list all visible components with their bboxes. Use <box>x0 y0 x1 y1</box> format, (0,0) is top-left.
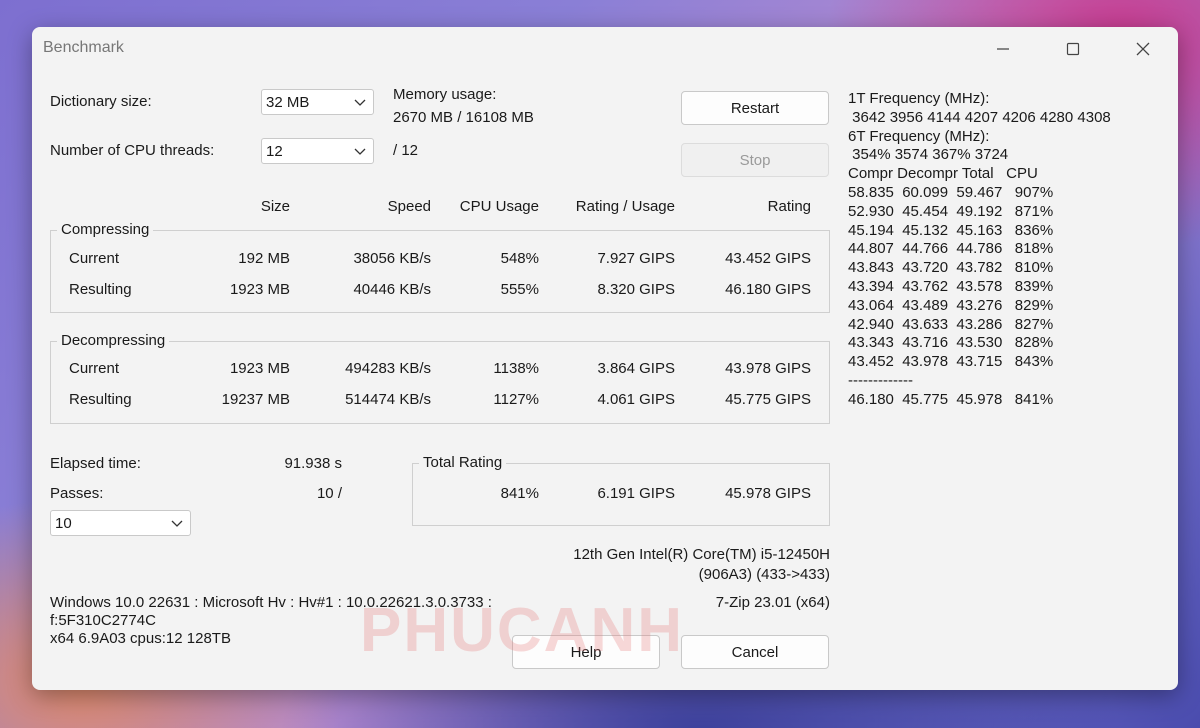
col-cpu-usage: CPU Usage <box>459 198 539 215</box>
benchmark-window: Benchmark Dictionary size: 32 MB Number … <box>32 27 1178 690</box>
log-line: 43.843 43.720 43.782 810% <box>848 259 1054 277</box>
log-line: 354% 3574 367% 3724 <box>848 146 1009 164</box>
log-line: 44.807 44.766 44.786 818% <box>848 240 1054 258</box>
cpu-threads-max: / 12 <box>393 142 419 159</box>
decompress-current-size: 1923 MB <box>229 360 290 377</box>
dictionary-size-value: 32 MB <box>266 93 310 111</box>
cancel-button[interactable]: Cancel <box>681 635 829 669</box>
cpu-threads-select[interactable]: 12 <box>261 138 374 164</box>
compress-resulting-rating: 46.180 GIPS <box>725 281 811 298</box>
elapsed-time-label: Elapsed time: <box>50 455 141 472</box>
memory-usage-value: 2670 MB / 16108 MB <box>393 109 534 126</box>
compress-resulting-cpu: 555% <box>500 281 539 298</box>
compress-current-size: 192 MB <box>238 250 290 267</box>
maximize-icon <box>1066 42 1080 56</box>
col-rating: Rating <box>767 198 811 215</box>
stop-button[interactable]: Stop <box>681 143 829 177</box>
compress-current-cpu: 548% <box>500 250 539 267</box>
log-line: ------------- <box>848 371 913 389</box>
memory-usage-label: Memory usage: <box>393 86 497 103</box>
total-rpu: 6.191 GIPS <box>597 485 675 502</box>
log-line: 3642 3956 4144 4207 4206 4280 4308 <box>848 108 1111 126</box>
sysinfo-line-3: x64 6.9A03 cpus:12 128TB <box>50 630 231 647</box>
compressing-label: Compressing <box>57 221 154 238</box>
log-line: 43.343 43.716 43.530 828% <box>848 334 1054 352</box>
log-line: 43.064 43.489 43.276 829% <box>848 296 1054 314</box>
decompressing-group <box>50 341 830 424</box>
decompress-current-cpu: 1138% <box>493 360 539 377</box>
col-speed: Speed <box>387 198 431 215</box>
log-line: 45.194 45.132 45.163 836% <box>848 221 1054 239</box>
cpu-threads-value: 12 <box>266 142 283 160</box>
decompress-resulting-speed: 514474 KB/s <box>345 391 431 408</box>
window-title: Benchmark <box>43 39 124 56</box>
close-icon <box>1136 42 1150 56</box>
benchmark-log: 1T Frequency (MHz): 3642 3956 4144 4207 … <box>848 90 1168 410</box>
compress-resulting-rpu: 8.320 GIPS <box>597 281 675 298</box>
total-cpu: 841% <box>500 485 539 502</box>
log-line: 42.940 43.633 43.286 827% <box>848 315 1054 333</box>
decompress-resulting-label: Resulting <box>69 391 132 408</box>
compress-current-speed: 38056 KB/s <box>353 250 431 267</box>
total-rating-label: Total Rating <box>419 454 507 471</box>
compress-current-label: Current <box>69 250 120 267</box>
sysinfo-line-2: f:5F310C2774C <box>50 612 156 629</box>
app-version: 7-Zip 23.01 (x64) <box>715 594 830 611</box>
passes-select-value: 10 <box>55 514 72 532</box>
chevron-down-icon <box>354 148 366 155</box>
decompress-resulting-rating: 45.775 GIPS <box>725 391 811 408</box>
compressing-group <box>50 230 830 313</box>
log-line: 1T Frequency (MHz): <box>848 90 990 107</box>
cpu-threads-label: Number of CPU threads: <box>50 142 215 159</box>
compress-resulting-size: 1923 MB <box>229 281 290 298</box>
col-rating-usage: Rating / Usage <box>575 198 675 215</box>
decompress-current-speed: 494283 KB/s <box>345 360 431 377</box>
dictionary-size-label: Dictionary size: <box>50 93 152 110</box>
minimize-button[interactable] <box>980 35 1026 63</box>
decompress-resulting-cpu: 1127% <box>493 391 539 408</box>
elapsed-time-value: 91.938 s <box>284 455 342 472</box>
log-line: 58.835 60.099 59.467 907% <box>848 183 1054 201</box>
restart-button[interactable]: Restart <box>681 91 829 125</box>
compress-resulting-speed: 40446 KB/s <box>353 281 431 298</box>
minimize-icon <box>997 48 1009 50</box>
cpu-id: (906A3) (433->433) <box>698 566 830 583</box>
decompressing-label: Decompressing <box>57 332 170 349</box>
decompress-resulting-rpu: 4.061 GIPS <box>597 391 675 408</box>
compress-current-rpu: 7.927 GIPS <box>597 250 675 267</box>
cpu-model: 12th Gen Intel(R) Core(TM) i5-12450H <box>573 546 830 563</box>
log-line: Compr Decompr Total CPU <box>848 165 1038 183</box>
total-rating: 45.978 GIPS <box>725 485 811 502</box>
close-button[interactable] <box>1120 35 1166 63</box>
sysinfo-line-1: Windows 10.0 22631 : Microsoft Hv : Hv#1… <box>50 594 492 611</box>
compress-current-rating: 43.452 GIPS <box>725 250 811 267</box>
passes-label: Passes: <box>50 485 104 502</box>
passes-select[interactable]: 10 <box>50 510 191 536</box>
decompress-current-rpu: 3.864 GIPS <box>597 360 675 377</box>
passes-value: 10 / <box>316 485 342 502</box>
log-line: 43.394 43.762 43.578 839% <box>848 277 1054 295</box>
col-size: Size <box>260 198 290 215</box>
decompress-resulting-size: 19237 MB <box>221 391 290 408</box>
maximize-button[interactable] <box>1050 35 1096 63</box>
log-line: 46.180 45.775 45.978 841% <box>848 390 1054 408</box>
dictionary-size-select[interactable]: 32 MB <box>261 89 374 115</box>
chevron-down-icon <box>171 520 183 527</box>
log-line: 52.930 45.454 49.192 871% <box>848 202 1054 220</box>
decompress-current-rating: 43.978 GIPS <box>725 360 811 377</box>
chevron-down-icon <box>354 99 366 106</box>
help-button[interactable]: Help <box>512 635 660 669</box>
log-line: 6T Frequency (MHz): <box>848 127 990 145</box>
compress-resulting-label: Resulting <box>69 281 132 298</box>
log-line: 43.452 43.978 43.715 843% <box>848 353 1054 371</box>
decompress-current-label: Current <box>69 360 120 377</box>
